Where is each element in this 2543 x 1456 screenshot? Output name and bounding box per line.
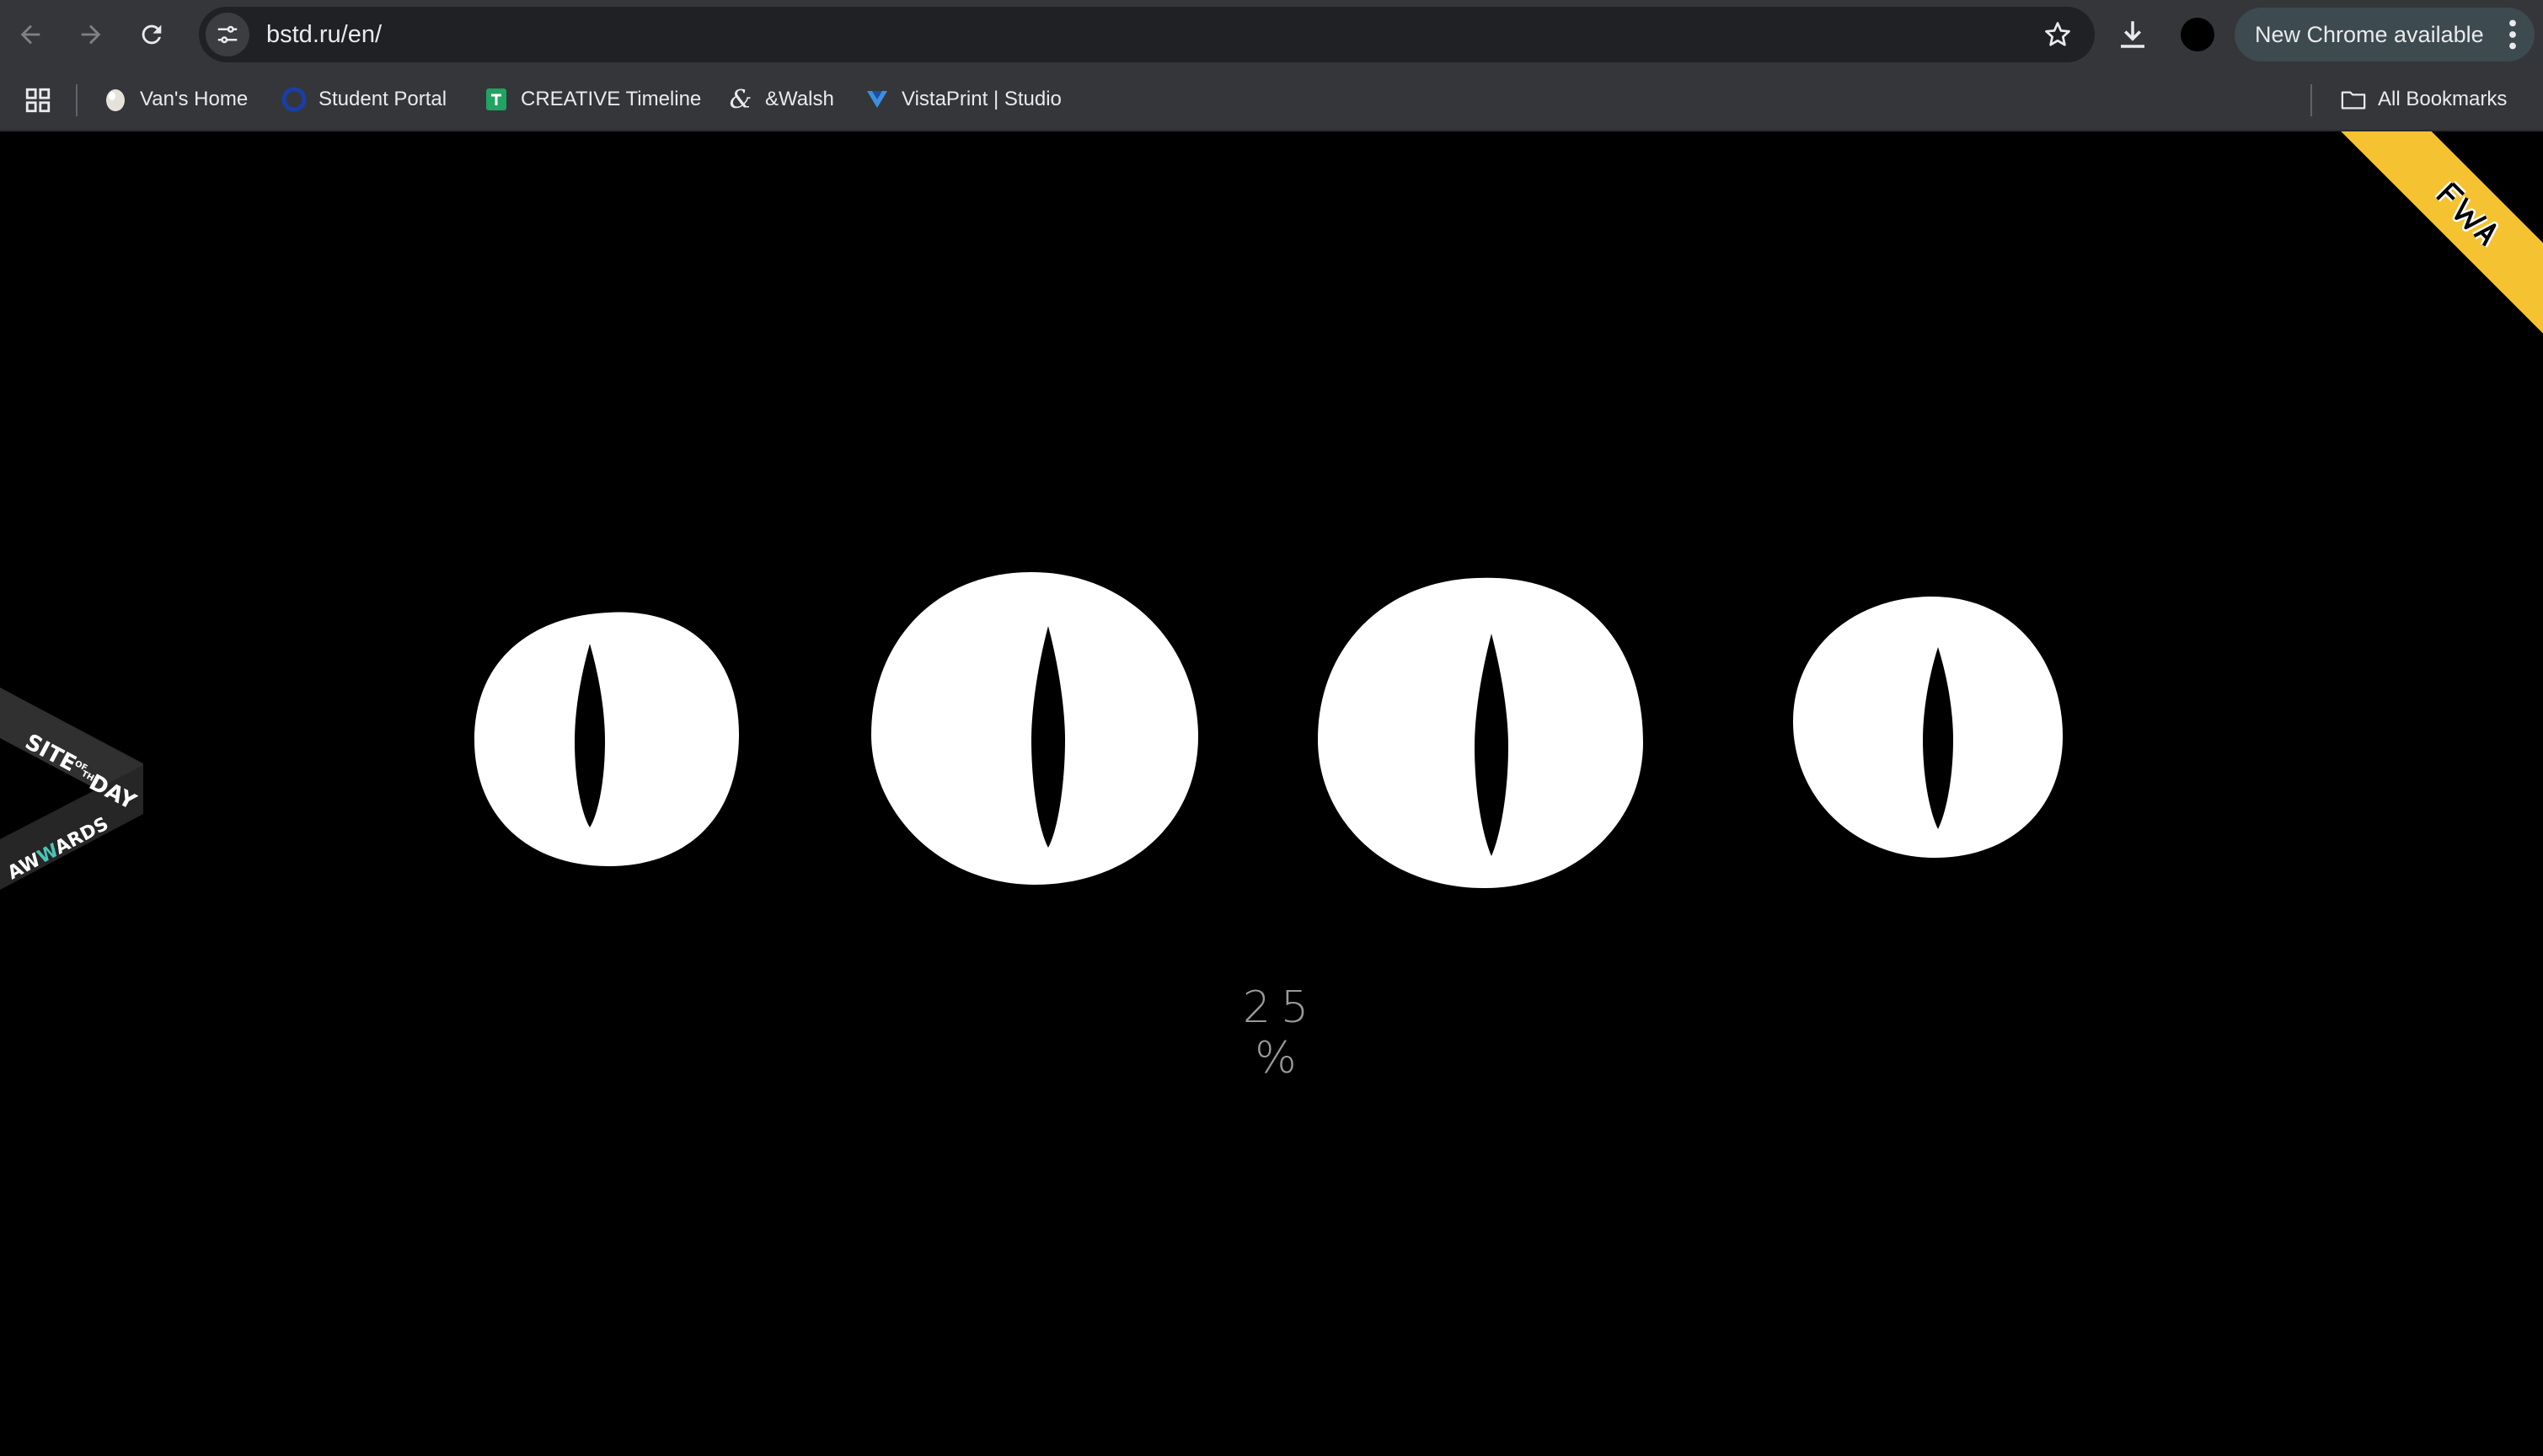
arrow-right-icon [81,24,101,45]
arrow-left-icon [20,24,40,45]
loading-percent: 25 % [1242,982,1320,1084]
bookmark-star-icon[interactable] [2042,19,2073,50]
bookmark-student-portal[interactable]: Student Portal [281,81,447,118]
fwa-badge[interactable] [2324,131,2543,351]
cat-eye [871,572,1198,885]
bookmark-vans-home[interactable]: Van's Home [103,81,248,118]
cat-eye [474,612,739,866]
bookmark-andwalsh[interactable]: & &Walsh [728,81,834,118]
more-vert-icon[interactable] [2508,19,2518,50]
cat-eye [1793,597,2063,858]
fwa-logo-icon [2434,180,2498,248]
bookmark-creative-timeline[interactable]: CREATIVE Timeline [484,81,701,118]
new-chrome-available-button[interactable]: New Chrome available [2235,8,2535,62]
google-sheets-icon [484,87,509,112]
bookmark-vistaprint-studio[interactable]: VistaPrint | Studio [865,81,1062,118]
bookmark-label: VistaPrint | Studio [902,88,1062,110]
folder-icon [2341,87,2366,112]
apps-grid-icon[interactable] [24,86,52,115]
tune-icon [217,25,238,44]
ampersand-logo-icon: & [729,84,752,115]
fwa-ribbon-band [2332,131,2543,351]
vistaprint-icon [865,87,890,112]
browser-toolbar: bstd.ru/en/ New Chrome available [0,0,2543,69]
back-button[interactable] [5,9,56,60]
forward-button[interactable] [66,9,116,60]
page-viewport: 25 % SITE OF THE DAY AWWARDS [0,131,2543,1456]
profile-avatar[interactable] [2181,18,2214,51]
reload-button[interactable] [126,9,177,60]
new-chrome-label: New Chrome available [2255,21,2484,47]
bookmarks-divider [2310,84,2312,116]
cat-eye [1318,577,1643,888]
all-bookmarks-label: All Bookmarks [2378,88,2508,110]
bookmarks-bar: Van's Home Student Portal CREATIVE Timel… [0,69,2543,131]
circle-logo-icon [281,87,307,112]
address-bar[interactable]: bstd.ru/en/ [199,7,2095,62]
bookmark-label: Van's Home [140,88,249,110]
url-text: bstd.ru/en/ [266,20,383,48]
bookmark-label: Student Portal [319,88,447,110]
cat-eyes-illustration [474,572,2063,888]
all-bookmarks-button[interactable]: All Bookmarks [2341,81,2507,118]
egg-icon [103,87,128,112]
reload-icon [142,24,162,45]
awwards-site-of-the-day-badge[interactable]: SITE OF THE DAY AWWARDS [0,688,152,940]
bookmarks-divider [76,84,78,116]
site-info-button[interactable] [206,13,249,56]
bookmark-label: &Walsh [765,88,834,110]
download-icon[interactable] [2115,17,2150,52]
bookmark-label: CREATIVE Timeline [521,88,702,110]
